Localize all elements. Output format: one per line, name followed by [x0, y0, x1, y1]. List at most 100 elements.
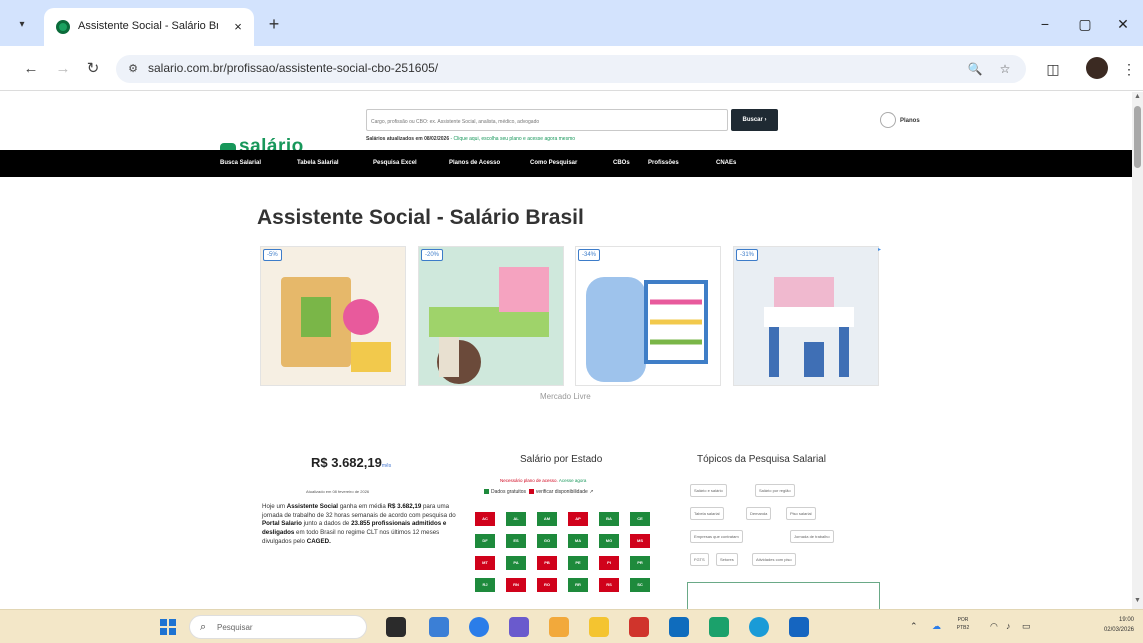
- menu-item-planos[interactable]: Planos de Acesso: [449, 150, 500, 177]
- state-cell-mt[interactable]: MT: [475, 556, 495, 570]
- ad-card[interactable]: -31%: [733, 246, 879, 386]
- topic-tag[interactable]: Setores: [716, 553, 738, 566]
- state-cell-al[interactable]: AL: [506, 512, 526, 526]
- state-cell-df[interactable]: DF: [475, 534, 495, 548]
- ad-card[interactable]: -34%: [575, 246, 721, 386]
- update-note-link[interactable]: - Clique aqui, escolha seu plano e acess…: [451, 136, 576, 142]
- scroll-down-icon[interactable]: ▼: [1132, 597, 1143, 608]
- language-indicator[interactable]: POR PTB2: [952, 616, 974, 632]
- menu-item-cbos[interactable]: CBOs: [613, 150, 630, 177]
- wifi-icon[interactable]: ◠: [990, 621, 998, 632]
- teams-app-icon[interactable]: [509, 617, 529, 637]
- site-search-field[interactable]: [366, 109, 728, 132]
- state-cell-ro[interactable]: RO: [537, 578, 557, 592]
- bookmark-star-icon[interactable]: ☆: [996, 60, 1014, 78]
- state-note-link[interactable]: Acesse agora: [559, 478, 587, 483]
- menu-item-como-pesquisar[interactable]: Como Pesquisar: [530, 150, 577, 177]
- state-cell-rn[interactable]: RN: [506, 578, 526, 592]
- state-cell-pi[interactable]: PI: [599, 556, 619, 570]
- state-cell-rs[interactable]: RS: [599, 578, 619, 592]
- maximize-button[interactable]: ▢: [1070, 12, 1100, 36]
- back-arrow-icon[interactable]: ←: [20, 58, 42, 80]
- topic-tag[interactable]: Salário e salário: [690, 484, 727, 497]
- state-cell-am[interactable]: AM: [537, 512, 557, 526]
- extensions-icon[interactable]: ◫: [1042, 58, 1064, 80]
- volume-icon[interactable]: ♪: [1006, 621, 1011, 631]
- url-text[interactable]: salario.com.br/profissao/assistente-soci…: [148, 61, 438, 75]
- state-cell-pr[interactable]: PR: [630, 556, 650, 570]
- menu-item-profissoes[interactable]: Profissões: [648, 150, 679, 177]
- close-window-button[interactable]: ✕: [1108, 12, 1138, 36]
- ad-shape-d: [351, 342, 391, 372]
- battery-icon[interactable]: ▭: [1022, 621, 1031, 632]
- plans-link[interactable]: Planos: [880, 112, 920, 130]
- topic-tag[interactable]: FGTS: [690, 553, 709, 566]
- app-icon[interactable]: [709, 617, 729, 637]
- salary-source[interactable]: Portal Salario: [262, 520, 302, 527]
- site-search-button[interactable]: Buscar ›: [731, 109, 778, 131]
- topic-tag[interactable]: Empresas que contratam: [690, 530, 743, 543]
- state-cell-pa[interactable]: PA: [506, 556, 526, 570]
- state-cell-ce[interactable]: CE: [630, 512, 650, 526]
- site-search-input[interactable]: [367, 112, 727, 132]
- topic-tag[interactable]: Piso salarial: [786, 507, 816, 520]
- state-cell-mg[interactable]: MG: [599, 534, 619, 548]
- scroll-thumb[interactable]: [1134, 106, 1141, 168]
- ad-provider-label[interactable]: Mercado Livre: [540, 392, 591, 401]
- forward-arrow-icon[interactable]: →: [52, 58, 74, 80]
- tab-close-icon[interactable]: ×: [228, 17, 248, 37]
- windows-start-icon[interactable]: [160, 619, 176, 635]
- salary-update-date: Atualizado em 08 fevereiro de 2026: [306, 489, 370, 494]
- state-cell-pe[interactable]: PE: [568, 556, 588, 570]
- menu-dots-icon[interactable]: ⋮: [1118, 58, 1140, 80]
- state-cell-pb[interactable]: PB: [537, 556, 557, 570]
- menu-item-pesquisa-excel[interactable]: Pesquisa Excel: [373, 150, 417, 177]
- zoom-icon[interactable]: 🔍: [966, 60, 984, 78]
- state-cell-ap[interactable]: AP: [568, 512, 588, 526]
- ad-card[interactable]: -20%: [418, 246, 564, 386]
- page-scrollbar[interactable]: ▲ ▼: [1132, 92, 1143, 609]
- system-clock[interactable]: 19:00 02/03/2026: [1086, 615, 1134, 635]
- state-cell-ma[interactable]: MA: [568, 534, 588, 548]
- ad-choices-icon[interactable]: ▸: [878, 246, 885, 253]
- chrome-browser-icon[interactable]: [749, 617, 769, 637]
- tray-chevron-icon[interactable]: ⌃: [910, 621, 918, 632]
- scroll-up-icon[interactable]: ▲: [1132, 93, 1143, 104]
- new-tab-button[interactable]: +: [262, 13, 286, 37]
- app-icon[interactable]: [789, 617, 809, 637]
- widgets-app-icon[interactable]: [429, 617, 449, 637]
- acrobat-app-icon[interactable]: [629, 617, 649, 637]
- ad-card[interactable]: -5%: [260, 246, 406, 386]
- minimize-button[interactable]: −: [1030, 12, 1060, 36]
- topic-tag[interactable]: Demanda: [746, 507, 772, 520]
- state-cell-ms[interactable]: MS: [630, 534, 650, 548]
- state-cell-go[interactable]: GO: [537, 534, 557, 548]
- state-cell-rr[interactable]: RR: [568, 578, 588, 592]
- menu-item-tabela-salarial[interactable]: Tabela Salarial: [297, 150, 339, 177]
- menu-item-cnaes[interactable]: CNAEs: [716, 150, 736, 177]
- topic-tag[interactable]: Tabela salarial: [690, 507, 724, 520]
- state-cell-sc[interactable]: SC: [630, 578, 650, 592]
- state-cell-rj[interactable]: RJ: [475, 578, 495, 592]
- edge-browser-icon[interactable]: [469, 617, 489, 637]
- state-cell-es[interactable]: ES: [506, 534, 526, 548]
- address-bar[interactable]: ⚙ salario.com.br/profissao/assistente-so…: [116, 55, 1026, 83]
- app-icon[interactable]: [669, 617, 689, 637]
- topic-tag[interactable]: Atividades com piso: [752, 553, 796, 566]
- file-explorer-icon[interactable]: [589, 617, 609, 637]
- app-icon[interactable]: [549, 617, 569, 637]
- reload-icon[interactable]: ↻: [82, 58, 104, 80]
- state-cell-ac[interactable]: AC: [475, 512, 495, 526]
- taskbar-search[interactable]: ⌕ Pesquisar: [189, 615, 367, 639]
- plans-label: Planos: [900, 118, 920, 124]
- tab-search-button[interactable]: ▾: [10, 13, 34, 37]
- site-info-icon[interactable]: ⚙: [124, 60, 142, 78]
- topic-tag[interactable]: Jornada de trabalho: [790, 530, 834, 543]
- menu-item-busca-salarial[interactable]: Busca Salarial: [220, 150, 261, 177]
- active-tab[interactable]: Assistente Social - Salário Brasil ×: [44, 8, 254, 46]
- onedrive-icon[interactable]: ☁: [932, 621, 941, 632]
- profile-avatar[interactable]: [1086, 57, 1108, 79]
- state-cell-ba[interactable]: BA: [599, 512, 619, 526]
- topic-tag[interactable]: Salário por região: [755, 484, 795, 497]
- task-view-icon[interactable]: [386, 617, 406, 637]
